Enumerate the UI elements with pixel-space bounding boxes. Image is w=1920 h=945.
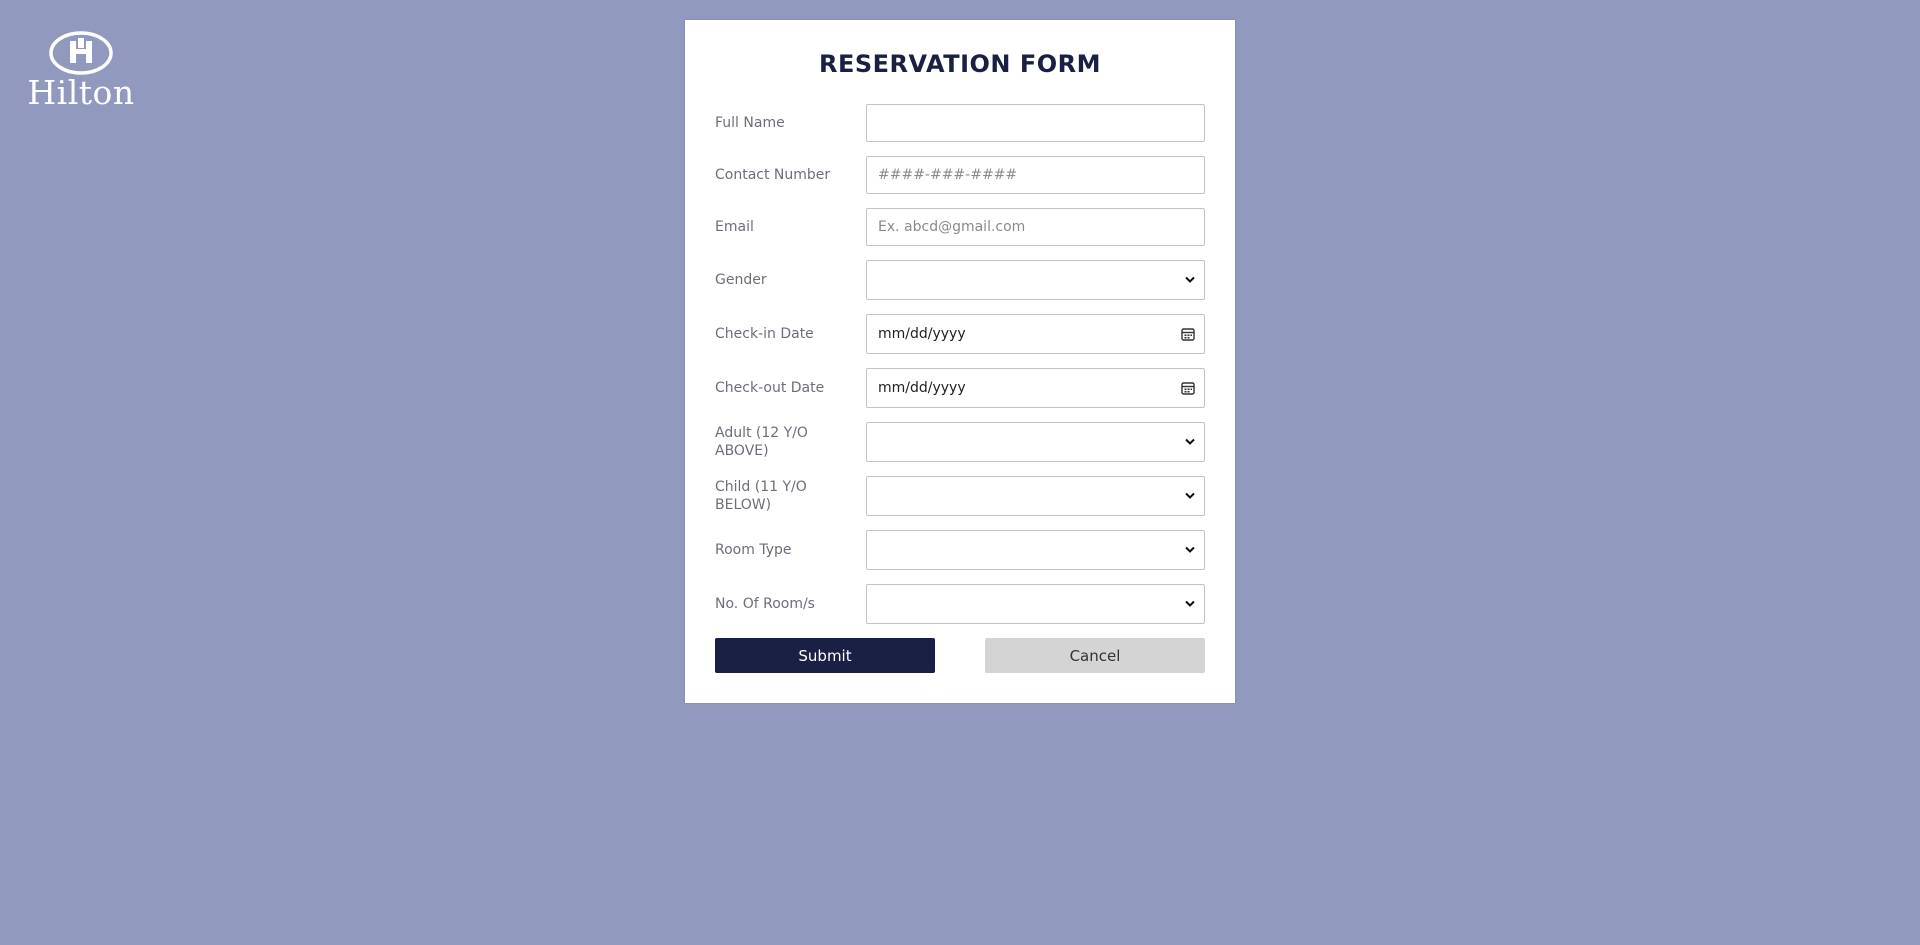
- email-row: Email Ex. abcd@gmail.com: [715, 208, 1205, 246]
- child-label: Child (11 Y/O BELOW): [715, 479, 807, 513]
- rooms-count-row: No. Of Room/s: [715, 584, 1205, 624]
- chevron-down-icon: [1185, 438, 1195, 445]
- contact-number-row: Contact Number ####-###-####: [715, 156, 1205, 194]
- adult-select[interactable]: [866, 422, 1205, 462]
- chevron-down-icon: [1185, 276, 1195, 283]
- room-type-label: Room Type: [715, 542, 792, 558]
- room-type-row: Room Type: [715, 530, 1205, 570]
- gender-row: Gender: [715, 260, 1205, 300]
- full-name-label: Full Name: [715, 115, 785, 131]
- check-in-date-input[interactable]: mm/dd/yyyy: [866, 314, 1205, 354]
- calendar-icon[interactable]: [1181, 327, 1195, 341]
- reservation-form: RESERVATION FORM Full Name Contact Numbe…: [685, 20, 1235, 703]
- logo-text: Hilton: [27, 73, 135, 112]
- gender-label: Gender: [715, 272, 767, 288]
- check-in-label: Check-in Date: [715, 326, 814, 342]
- check-out-date-input[interactable]: mm/dd/yyyy: [866, 368, 1205, 408]
- adult-row: Adult (12 Y/O ABOVE): [715, 422, 1205, 462]
- full-name-input[interactable]: [866, 104, 1205, 142]
- email-placeholder: Ex. abcd@gmail.com: [878, 219, 1026, 235]
- rooms-count-select[interactable]: [866, 584, 1205, 624]
- email-input[interactable]: Ex. abcd@gmail.com: [866, 208, 1205, 246]
- hilton-logo-icon: [49, 31, 113, 75]
- hilton-logo: Hilton: [22, 30, 140, 114]
- rooms-count-label: No. Of Room/s: [715, 596, 815, 612]
- gender-select[interactable]: [866, 260, 1205, 300]
- child-select[interactable]: [866, 476, 1205, 516]
- email-label: Email: [715, 219, 754, 235]
- check-in-row: Check-in Date mm/dd/yyyy: [715, 314, 1205, 354]
- contact-number-placeholder: ####-###-####: [878, 167, 1018, 183]
- cancel-button[interactable]: Cancel: [985, 638, 1205, 673]
- chevron-down-icon: [1185, 492, 1195, 499]
- contact-number-label: Contact Number: [715, 167, 831, 183]
- child-row: Child (11 Y/O BELOW): [715, 476, 1205, 516]
- room-type-select[interactable]: [866, 530, 1205, 570]
- adult-label: Adult (12 Y/O ABOVE): [715, 425, 808, 459]
- check-out-label: Check-out Date: [715, 380, 825, 396]
- check-in-value: mm/dd/yyyy: [878, 326, 966, 342]
- check-out-value: mm/dd/yyyy: [878, 380, 966, 396]
- contact-number-input[interactable]: ####-###-####: [866, 156, 1205, 194]
- calendar-icon[interactable]: [1181, 381, 1195, 395]
- form-title: RESERVATION FORM: [819, 50, 1101, 78]
- chevron-down-icon: [1185, 546, 1195, 553]
- submit-button[interactable]: Submit: [715, 638, 935, 673]
- full-name-row: Full Name: [715, 104, 1205, 142]
- check-out-row: Check-out Date mm/dd/yyyy: [715, 368, 1205, 408]
- chevron-down-icon: [1185, 600, 1195, 607]
